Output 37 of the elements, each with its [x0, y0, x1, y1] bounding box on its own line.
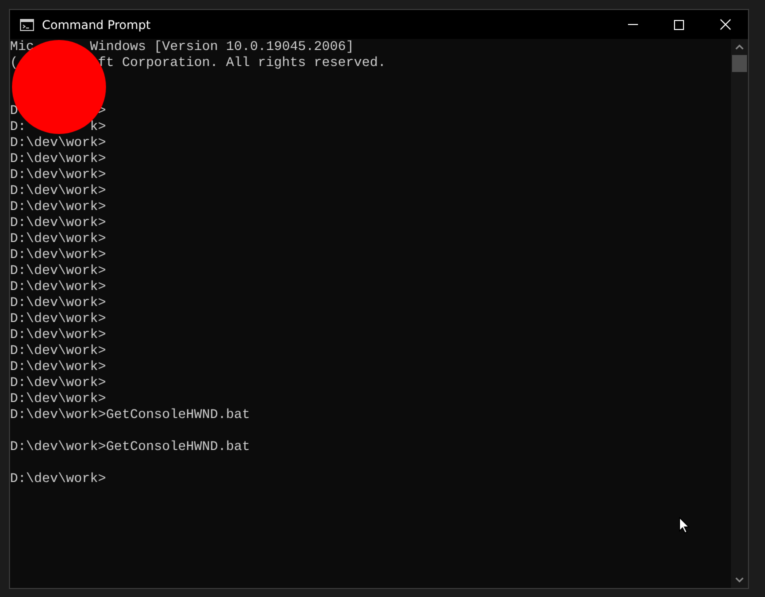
console-text: D:\dev\work> — [10, 264, 106, 280]
minimize-icon — [628, 24, 638, 25]
console-text: D:\dev\work> — [10, 200, 106, 216]
console-text: D: — [10, 120, 26, 136]
console-text: Mic — [10, 40, 34, 56]
console-text: D:\dev\work> — [10, 296, 106, 312]
console-text: D:\dev\work> — [10, 392, 106, 408]
console-text: D:\dev\work> — [10, 216, 106, 232]
close-icon — [720, 19, 730, 30]
console-text: k> — [90, 120, 106, 136]
window-title: Command Prompt — [42, 18, 151, 32]
console-text: ( — [10, 56, 18, 72]
scroll-down-icon[interactable] — [735, 577, 744, 583]
console-text: D:\dev\work> — [10, 136, 106, 152]
console-text: D:\dev\work> — [10, 280, 106, 296]
console-text: D:\dev\work> — [10, 232, 106, 248]
console-text: D:\dev\work> — [10, 248, 106, 264]
console-text: D:\dev\work> — [10, 472, 106, 488]
console-text: D:\dev\work> — [10, 328, 106, 344]
console-text: D:\dev\work> — [10, 344, 106, 360]
console-text: D — [10, 104, 18, 120]
console-text: ft Corporation. All rights reserved. — [98, 56, 386, 72]
scrollbar-thumb[interactable] — [732, 55, 747, 72]
console-text: D:\dev\work>GetConsoleHWND.bat — [10, 440, 250, 456]
scroll-up-icon[interactable] — [735, 44, 744, 50]
console-text: D:\dev\work> — [10, 168, 106, 184]
console-text: Windows [Version 10.0.19045.2006] — [90, 40, 354, 56]
console-text: D:\dev\work> — [10, 312, 106, 328]
console-text: D:\dev\work> — [10, 376, 106, 392]
scrollbar[interactable] — [731, 39, 748, 588]
terminal-icon — [20, 18, 34, 30]
cursor-icon — [679, 517, 691, 534]
console-text: D:\dev\work> — [10, 184, 106, 200]
console-text: D:\dev\work>GetConsoleHWND.bat — [10, 408, 250, 424]
maximize-icon — [674, 20, 684, 30]
console-text: D:\dev\work> — [10, 152, 106, 168]
console-text: D:\dev\work> — [10, 360, 106, 376]
